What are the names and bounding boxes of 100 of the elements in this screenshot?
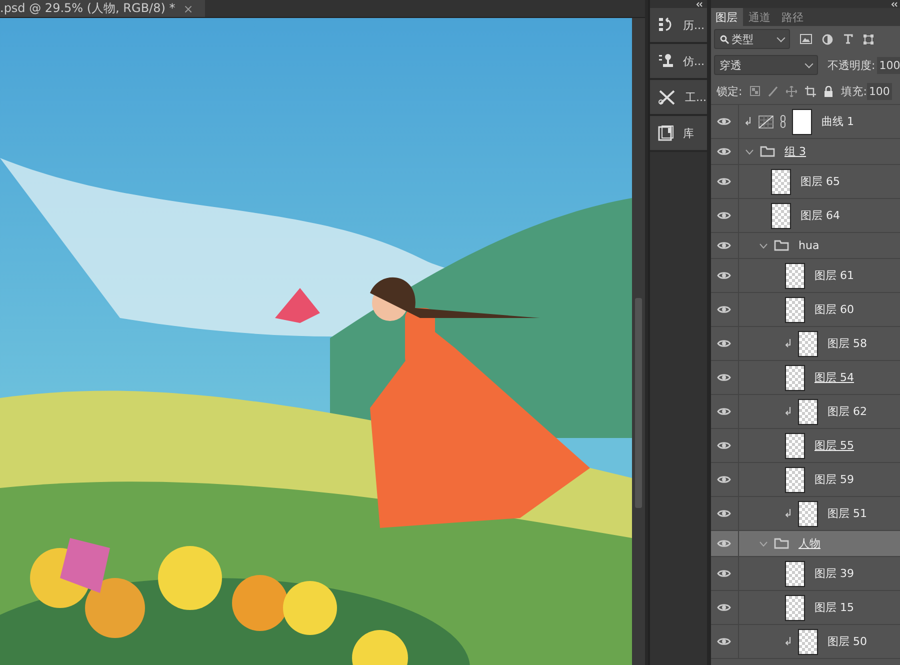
eye-icon[interactable] [717,509,731,518]
history-icon [658,17,674,33]
layer-thumbnail [784,364,804,390]
layer-group-row[interactable]: 组 3 [710,139,900,165]
eye-icon[interactable] [717,637,731,646]
layer-row[interactable]: 图层 54 [710,361,900,395]
collapse-icon[interactable] [696,2,702,6]
eye-icon[interactable] [717,475,731,484]
eye-icon[interactable] [717,147,731,156]
image-filter-icon[interactable] [800,34,812,44]
caret-icon[interactable] [758,242,768,248]
fill-field[interactable]: 100 [866,82,892,100]
folder-icon [774,538,788,549]
layer-row[interactable]: 图层 64 [710,199,900,233]
document-title: .psd @ 29.5% (人物, RGB/8) * [0,0,176,17]
opacity-label: 不透明度: [828,58,876,72]
layer-row[interactable]: 图层 50 [710,625,900,659]
close-icon[interactable]: × [183,2,194,16]
layer-row[interactable]: 图层 62 [710,395,900,429]
eye-icon[interactable] [717,539,731,548]
layer-name: 图层 55 [814,438,854,453]
layer-row[interactable]: 图层 39 [710,557,900,591]
eye-icon[interactable] [717,603,731,612]
layer-thumbnail [784,296,804,322]
layer-row[interactable]: 图层 65 [710,165,900,199]
layer-row[interactable]: 图层 55 [710,429,900,463]
layer-thumbnail [784,432,804,458]
eye-icon[interactable] [717,241,731,250]
layer-row[interactable]: 图层 61 [710,259,900,293]
layer-thumbnail [784,262,804,288]
layer-thumbnail [798,500,818,526]
lock-pixels-icon[interactable] [750,86,760,96]
curves-icon [758,114,774,128]
layer-name: 曲线 1 [822,114,854,129]
stamp-icon [658,53,674,69]
brush-icon[interactable] [768,86,778,96]
clip-arrow-icon [784,637,792,646]
layer-name: 图层 58 [828,336,867,351]
folder-icon [774,240,788,251]
eye-icon[interactable] [717,117,731,126]
lock-label: 锁定: [716,84,742,98]
transform-filter-icon[interactable] [862,34,874,44]
search-icon [720,34,728,44]
eye-icon[interactable] [717,569,731,578]
type-filter-icon[interactable] [842,34,852,44]
blend-mode-dropdown[interactable]: 穿透 [714,55,818,75]
layer-row[interactable]: 图层 60 [710,293,900,327]
eye-icon[interactable] [717,177,731,186]
clip-arrow-icon [784,509,792,518]
opacity-field[interactable]: 100 [877,56,900,74]
panel-tab[interactable]: 图层 [710,8,742,26]
clip-arrow-icon [784,407,792,416]
document-tab[interactable]: .psd @ 29.5% (人物, RGB/8) * × [0,0,206,17]
adjustment-filter-icon[interactable] [822,34,832,44]
clip-arrow-icon [744,117,752,126]
scrollbar-thumb[interactable] [635,298,642,508]
eye-icon[interactable] [717,211,731,220]
layer-thumbnail [798,398,818,424]
layer-name: 图层 51 [828,506,867,521]
lock-icon[interactable] [824,86,834,96]
layer-thumbnail [770,202,790,228]
layer-row[interactable]: 图层 51 [710,497,900,531]
layer-row[interactable]: 图层 59 [710,463,900,497]
layer-row[interactable]: 图层 15 [710,591,900,625]
layer-name: 图层 59 [814,472,854,487]
layer-name: 人物 [798,536,820,551]
eye-icon[interactable] [717,339,731,348]
layer-row[interactable]: 图层 58 [710,327,900,361]
caret-icon[interactable] [744,148,754,154]
layer-thumbnail [798,330,818,356]
chain-link-icon[interactable] [780,115,786,128]
layer-row[interactable]: 曲线 1 [710,105,900,139]
layer-name: 图层 60 [814,302,854,317]
panel-button[interactable]: 库 [650,116,706,152]
crop-icon[interactable] [805,86,816,96]
library-icon [658,125,674,141]
layer-group-row[interactable]: hua [710,233,900,259]
layer-thumbnail [784,560,804,586]
layer-thumbnail [770,168,790,194]
layer-name: 图层 65 [800,174,840,189]
layer-name: 图层 64 [800,208,840,223]
move-icon[interactable] [786,86,798,96]
layer-name: 图层 62 [828,404,867,419]
layer-group-row[interactable]: 人物 [710,531,900,557]
panel-button[interactable]: 历... [650,8,706,44]
eye-icon[interactable] [717,271,731,280]
panel-button[interactable]: 工... [650,80,706,116]
eye-icon[interactable] [717,441,731,450]
eye-icon[interactable] [717,407,731,416]
folder-icon [760,146,774,157]
eye-icon[interactable] [717,305,731,314]
clip-arrow-icon [784,339,792,348]
eye-icon[interactable] [717,373,731,382]
panel-button[interactable]: 仿... [650,44,706,80]
layer-name: 图层 15 [814,600,854,615]
collapse-icon[interactable] [891,2,898,6]
layer-thumbnail [784,594,804,620]
filter-dropdown[interactable]: 类型 [714,29,790,49]
mask-thumbnail [792,108,812,134]
layer-name: 组 3 [784,144,806,159]
